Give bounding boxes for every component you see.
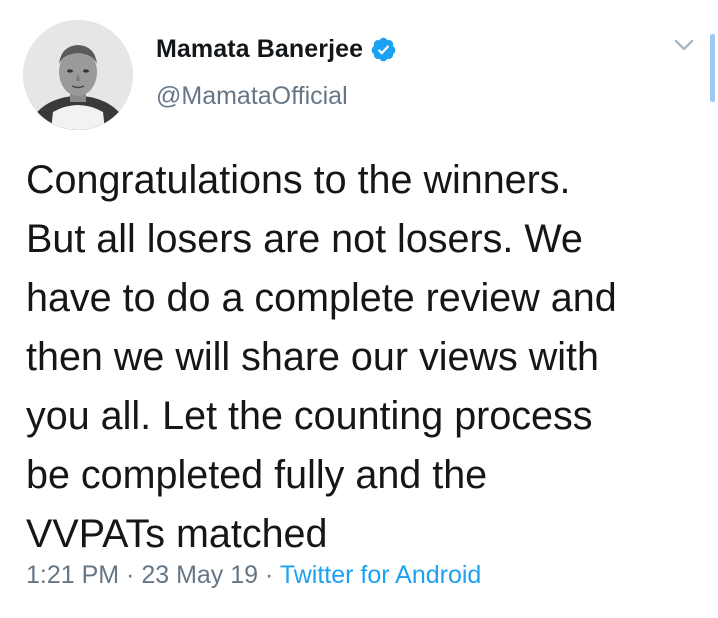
- tweet-text-line: be completed fully and the: [26, 453, 488, 497]
- meta-separator: ·: [258, 561, 280, 589]
- tweet-text-line: have to do a complete review and: [26, 276, 617, 320]
- scrollbar[interactable]: [710, 34, 715, 102]
- tweet-text: Congratulations to the winners. But all …: [26, 151, 706, 564]
- tweet-text-line: you all. Let the counting process: [26, 394, 593, 438]
- display-name[interactable]: Mamata Banerjee: [156, 35, 363, 64]
- avatar-portrait-icon: [23, 20, 133, 130]
- author-name-row: Mamata Banerjee: [156, 33, 397, 65]
- tweet-text-line: then we will share our views with: [26, 335, 599, 379]
- tweet-source-link[interactable]: Twitter for Android: [280, 561, 481, 589]
- avatar[interactable]: [23, 20, 133, 130]
- tweet-text-line: But all losers are not losers. We: [26, 217, 583, 261]
- chevron-down-icon[interactable]: [670, 34, 698, 56]
- user-handle[interactable]: @MamataOfficial: [156, 82, 348, 111]
- tweet-time[interactable]: 1:21 PM: [26, 561, 119, 589]
- verified-badge-icon: [370, 36, 397, 63]
- tweet-text-line: Congratulations to the winners.: [26, 158, 571, 202]
- tweet-metadata: 1:21 PM · 23 May 19 · Twitter for Androi…: [26, 561, 481, 590]
- meta-separator: ·: [119, 561, 142, 589]
- tweet-text-line: VVPATs matched: [26, 512, 328, 556]
- tweet-date[interactable]: 23 May 19: [141, 561, 258, 589]
- tweet-card: Mamata Banerjee @MamataOfficial Congratu…: [0, 0, 718, 618]
